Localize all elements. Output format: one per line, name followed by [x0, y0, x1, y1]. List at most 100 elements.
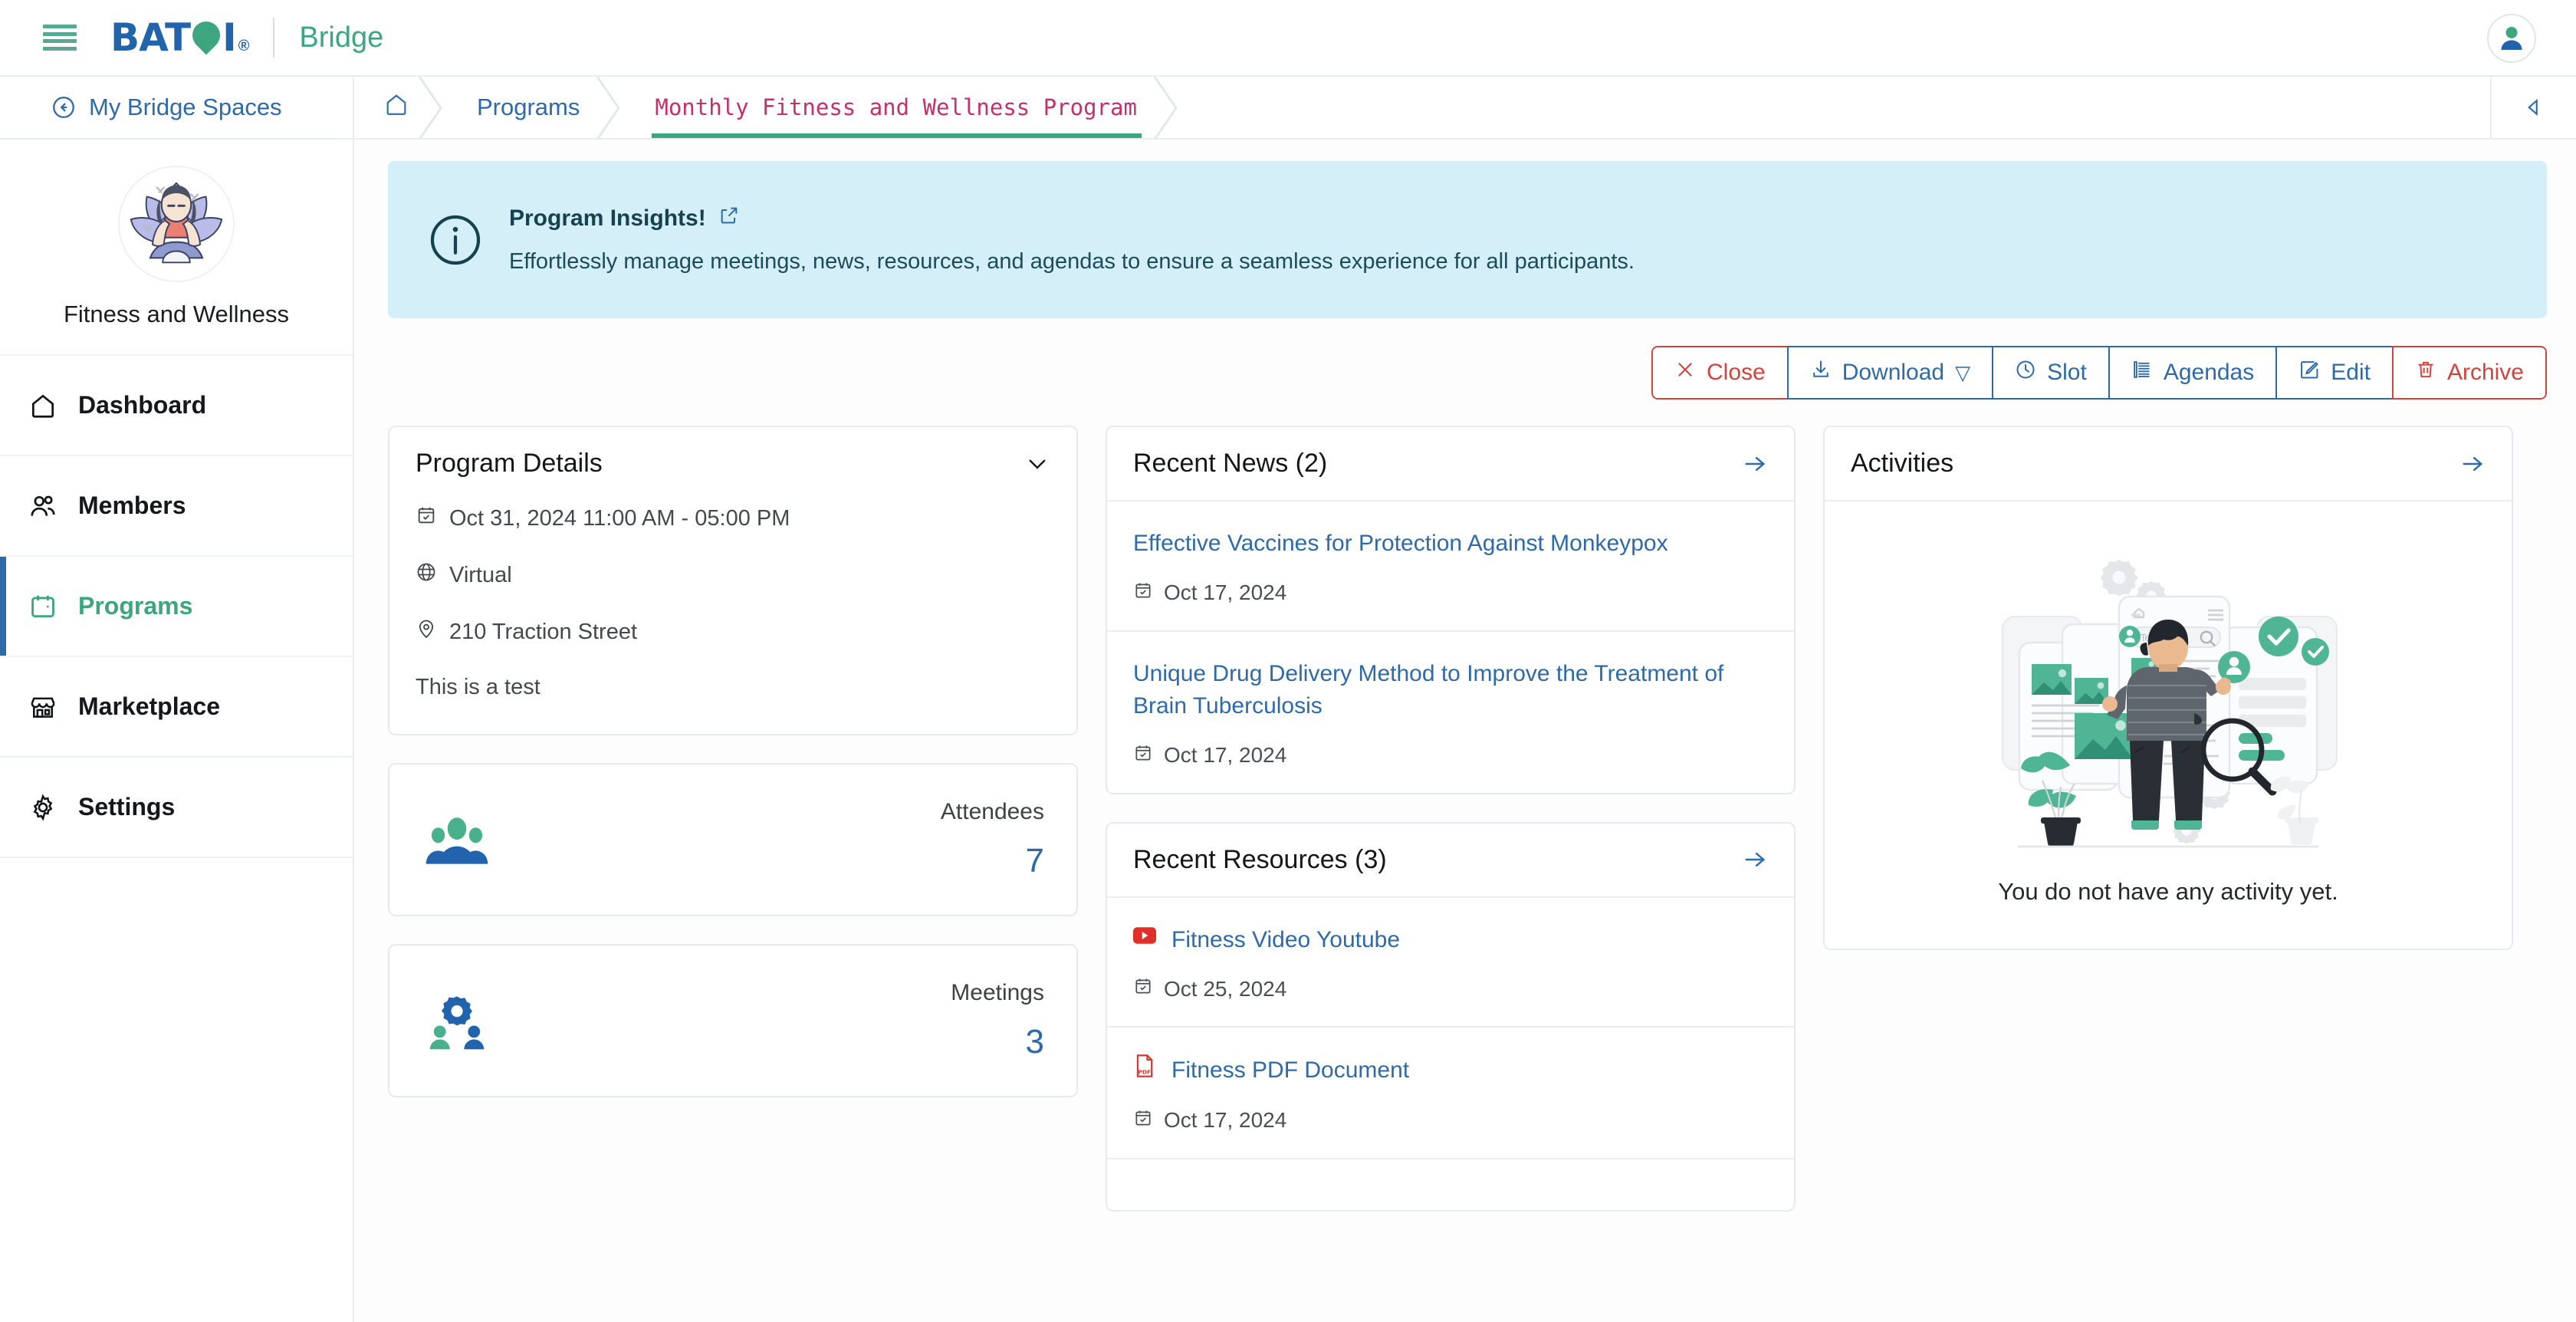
list-item[interactable] — [1107, 1159, 1794, 1210]
breadcrumb-separator-icon — [596, 76, 622, 140]
slot-button-label: Slot — [2047, 360, 2087, 385]
download-button-label: Download — [1842, 360, 1945, 385]
breadcrumb: Programs Monthly Fitness and Wellness Pr… — [354, 76, 1179, 140]
collapse-left-icon[interactable] — [2490, 77, 2576, 138]
batoi-logo[interactable]: BAT I ® — [110, 15, 250, 60]
breadcrumb-separator-icon — [418, 76, 444, 140]
list-item[interactable]: Fitness Video Youtube Oct 25, 2024 — [1107, 898, 1794, 1028]
arrow-right-icon[interactable] — [1742, 847, 1768, 873]
attendees-value: 7 — [1025, 842, 1044, 880]
program-details-body: Oct 31, 2024 11:00 AM - 05:00 PM Virtual — [389, 500, 1076, 734]
list-item[interactable]: Unique Drug Delivery Method to Improve t… — [1107, 632, 1794, 793]
download-icon — [1810, 359, 1832, 386]
sidebar-item-programs[interactable]: Programs — [0, 557, 353, 657]
recent-news-card: Recent News (2) Effective Vaccines for P… — [1106, 426, 1796, 794]
back-to-my-bridge-spaces[interactable]: My Bridge Spaces — [0, 77, 354, 138]
program-mode: Virtual — [449, 562, 512, 587]
edit-pencil-icon — [2298, 359, 2320, 386]
resource-item-row[interactable]: Fitness Video Youtube — [1133, 924, 1768, 957]
brand-text: BAT I — [110, 15, 237, 60]
circle-back-arrow-icon — [51, 94, 77, 120]
breadcrumb-separator-icon — [1153, 76, 1179, 140]
brand-subtitle: Bridge — [299, 21, 384, 54]
trash-icon — [2415, 359, 2436, 386]
news-item-date: Oct 17, 2024 — [1164, 580, 1287, 605]
brand-divider — [273, 18, 275, 58]
column-left: Program Details Oct 31, 2024 11:00 AM - … — [388, 426, 1078, 1097]
sidebar-item-marketplace[interactable]: Marketplace — [0, 657, 353, 758]
calendar-check-icon — [1133, 580, 1153, 606]
close-x-icon — [1674, 359, 1696, 386]
registered-mark: ® — [238, 38, 250, 54]
archive-button[interactable]: Archive — [2391, 346, 2547, 400]
activities-title: Activities — [1851, 449, 1954, 478]
sidebar-item-label: Members — [78, 492, 186, 519]
calendar-check-icon — [1133, 976, 1153, 1001]
breadcrumb-bar: My Bridge Spaces Programs Monthly Fitnes… — [0, 76, 2576, 140]
breadcrumb-item-label: Programs — [477, 94, 580, 120]
breadcrumb-item-label: Monthly Fitness and Wellness Program — [655, 94, 1137, 120]
sidebar-item-settings[interactable]: Settings — [0, 758, 353, 858]
download-button[interactable]: Download ▽ — [1786, 346, 1993, 400]
program-details-card: Program Details Oct 31, 2024 11:00 AM - … — [388, 426, 1078, 735]
program-mode-row: Virtual — [416, 561, 1050, 589]
external-link-icon[interactable] — [718, 205, 740, 232]
breadcrumb-home[interactable] — [354, 76, 444, 140]
attendees-label: Attendees — [940, 799, 1044, 824]
edit-button[interactable]: Edit — [2275, 346, 2392, 400]
attendees-stat-text: Attendees 7 — [941, 799, 1044, 880]
list-item[interactable]: Effective Vaccines for Protection Agains… — [1107, 502, 1794, 632]
chevron-down-icon[interactable] — [1024, 451, 1050, 477]
meetings-stat-text: Meetings 3 — [951, 980, 1044, 1061]
user-avatar-icon[interactable] — [2487, 14, 2536, 63]
arrow-right-icon[interactable] — [2459, 451, 2486, 477]
slot-button[interactable]: Slot — [1992, 346, 2108, 400]
program-address: 210 Traction Street — [449, 619, 638, 644]
activities-empty-text: You do not have any activity yet. — [1998, 878, 2338, 905]
close-button[interactable]: Close — [1651, 346, 1787, 400]
activities-empty-state: Text — [1825, 502, 2512, 949]
sidebar-item-label: Marketplace — [78, 692, 220, 720]
home-icon — [383, 91, 409, 123]
svg-text:PDF: PDF — [1138, 1069, 1151, 1076]
program-address-row: 210 Traction Street — [416, 618, 1050, 646]
breadcrumb-item-programs[interactable]: Programs — [443, 76, 622, 140]
calendar-check-icon — [416, 505, 437, 532]
gear-icon — [28, 792, 58, 823]
agendas-button-label: Agendas — [2163, 360, 2255, 385]
hamburger-icon[interactable] — [43, 25, 77, 51]
action-button-group: Close Download ▽ Slot Agendas Edit Archi… — [1651, 346, 2547, 400]
banner-title-row: Program Insights! — [509, 205, 1635, 232]
list-item[interactable]: PDF Fitness PDF Document Oct 17, 2024 — [1107, 1028, 1794, 1159]
recent-resources-title: Recent Resources (3) — [1133, 844, 1387, 874]
breadcrumb-item-current-program[interactable]: Monthly Fitness and Wellness Program — [621, 76, 1179, 140]
banner-description: Effortlessly manage meetings, news, reso… — [509, 249, 1635, 274]
news-item-date-row: Oct 17, 2024 — [1133, 580, 1768, 606]
news-item-title[interactable]: Effective Vaccines for Protection Agains… — [1133, 528, 1768, 561]
program-insights-banner: Program Insights! Effortlessly manage me… — [388, 161, 2547, 318]
meetings-stat-card[interactable]: Meetings 3 — [388, 944, 1078, 1097]
activities-header: Activities — [1825, 427, 2512, 502]
archive-button-label: Archive — [2446, 360, 2524, 385]
dashboard-grid: Program Details Oct 31, 2024 11:00 AM - … — [388, 426, 2547, 1212]
edit-button-label: Edit — [2331, 360, 2371, 385]
news-item-title[interactable]: Unique Drug Delivery Method to Improve t… — [1133, 658, 1768, 723]
info-circle-icon — [428, 212, 483, 268]
resource-item-title: Fitness PDF Document — [1171, 1057, 1410, 1084]
main-content: Program Insights! Effortlessly manage me… — [356, 140, 2576, 1322]
resource-item-row[interactable]: PDF Fitness PDF Document — [1133, 1054, 1768, 1088]
pdf-file-icon: PDF — [1133, 1054, 1156, 1088]
meetings-value: 3 — [1025, 1023, 1044, 1061]
chevron-down-icon: ▽ — [1955, 360, 1971, 384]
sidebar-item-members[interactable]: Members — [0, 456, 353, 557]
attendees-stat-card[interactable]: Attendees 7 — [388, 763, 1078, 916]
sidebar-item-dashboard[interactable]: Dashboard — [0, 356, 353, 456]
home-icon — [28, 390, 58, 421]
agendas-button[interactable]: Agendas — [2108, 346, 2276, 400]
sidebar-item-label: Settings — [78, 793, 176, 820]
arrow-right-icon[interactable] — [1742, 451, 1768, 477]
recent-resources-header: Recent Resources (3) — [1107, 824, 1794, 898]
recent-news-title: Recent News (2) — [1133, 449, 1328, 478]
list-lines-icon — [2131, 359, 2153, 386]
gear-people-icon — [422, 985, 492, 1056]
